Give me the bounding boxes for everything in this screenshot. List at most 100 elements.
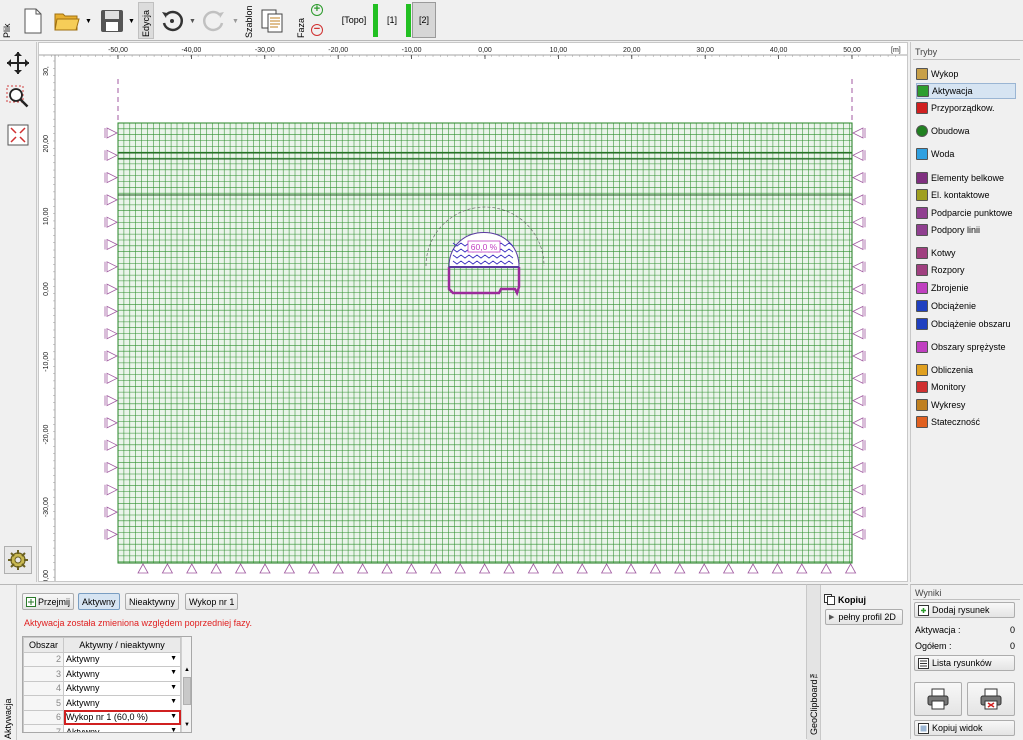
mode-item-aktywacja[interactable]: Aktywacja xyxy=(916,83,1016,99)
bottom-support-icon xyxy=(308,563,320,574)
file-menu-tab[interactable]: Plik xyxy=(2,4,12,38)
state-select[interactable]: Aktywny ▼ xyxy=(63,724,181,732)
undo-button[interactable] xyxy=(158,6,186,36)
phase-tab-2[interactable]: [2] xyxy=(412,2,436,38)
mode-item-podparcie-punktowe[interactable]: Podparcie punktowe xyxy=(916,205,1016,221)
state-select[interactable]: Aktywny ▼ xyxy=(63,666,181,682)
chevron-down-icon[interactable]: ▼ xyxy=(85,18,92,25)
take-over-button[interactable]: Przejmij xyxy=(22,593,75,610)
chevron-down-icon[interactable]: ▼ xyxy=(189,18,196,25)
template-menu-tab[interactable]: Szablon xyxy=(244,4,254,38)
open-file-button[interactable] xyxy=(52,6,82,36)
right-support-icon xyxy=(852,394,864,407)
new-file-icon xyxy=(24,8,42,34)
mode-item-obszary-sprężyste[interactable]: Obszary sprężyste xyxy=(916,339,1016,355)
table-row[interactable]: 3 Aktywny ▼ xyxy=(23,666,181,682)
mode-item-label: Aktywacja xyxy=(932,86,973,96)
mode-item-kotwy[interactable]: Kotwy xyxy=(916,245,1016,261)
scroll-down-arrow[interactable]: ▼ xyxy=(184,722,190,728)
dropdown-arrow-icon[interactable]: ▼ xyxy=(170,655,177,662)
mode-item-obciążenie-obszaru[interactable]: Obciążenie obszaru xyxy=(916,316,1016,332)
mode-item-monitory[interactable]: Monitory xyxy=(916,379,1016,395)
edit-menu-tab[interactable]: Edycja xyxy=(141,5,151,37)
mode-item-label: Stateczność xyxy=(931,417,981,427)
print-button[interactable] xyxy=(914,682,962,716)
mode-item-stateczność[interactable]: Stateczność xyxy=(916,414,1016,430)
dropdown-arrow-icon[interactable]: ▼ xyxy=(170,684,177,691)
analysis-icon xyxy=(916,364,928,376)
mode-item-przyporządkow-[interactable]: Przyporządkow. xyxy=(916,100,1016,116)
active-button[interactable]: Aktywny xyxy=(78,593,120,610)
inactive-button[interactable]: Nieaktywny xyxy=(125,593,180,610)
left-support-icon xyxy=(106,149,118,161)
column-header-region[interactable]: Obszar xyxy=(23,637,64,653)
dropdown-arrow-icon[interactable]: ▼ xyxy=(170,713,177,720)
mode-item-wykresy[interactable]: Wykresy xyxy=(916,397,1016,413)
state-select[interactable]: Wykop nr 1 (60,0 %) ▼ xyxy=(63,709,181,725)
undo-icon xyxy=(162,10,184,32)
phase-tab-label: [2] xyxy=(418,15,429,25)
add-drawing-label: Dodaj rysunek xyxy=(932,605,990,615)
drawing-canvas[interactable]: -50,00 -40,00 -30,00 -20,00 -10,00 0,00 10,00 2… xyxy=(38,42,908,582)
new-file-button[interactable] xyxy=(20,6,46,36)
full-profile-button[interactable]: ▶ pełny profil 2D xyxy=(825,609,903,625)
mode-item-obliczenia[interactable]: Obliczenia xyxy=(916,362,1016,378)
right-support-icon xyxy=(852,283,864,295)
save-button[interactable] xyxy=(98,6,126,36)
remove-phase-button[interactable]: − xyxy=(311,24,323,36)
column-header-state[interactable]: Aktywny / nieaktywny xyxy=(63,637,181,653)
phase-indicator xyxy=(406,4,411,37)
phase-tab-1[interactable]: [1] xyxy=(380,4,404,36)
state-select[interactable]: Aktywny ▼ xyxy=(63,651,181,667)
dropdown-arrow-icon[interactable]: ▼ xyxy=(170,669,177,676)
copy-view-button[interactable]: Kopiuj widok xyxy=(914,720,1015,736)
phase-tab-topo[interactable]: [Topo] xyxy=(336,4,372,36)
bottom-support-icon xyxy=(674,563,686,574)
table-row[interactable]: 5 Aktywny ▼ xyxy=(23,695,181,711)
zoom-extents-button[interactable] xyxy=(5,122,31,148)
chevron-down-icon[interactable]: ▼ xyxy=(128,18,135,25)
dropdown-arrow-icon[interactable]: ▼ xyxy=(170,698,177,705)
mode-item-elementy-belkowe[interactable]: Elementy belkowe xyxy=(916,170,1016,186)
full-profile-label: pełny profil 2D xyxy=(838,612,896,622)
mode-item-label: Obudowa xyxy=(931,126,970,136)
bottom-support-icon xyxy=(576,563,588,574)
mode-item-rozpory[interactable]: Rozpory xyxy=(916,262,1016,278)
add-drawing-button[interactable]: Dodaj rysunek xyxy=(914,602,1015,618)
region-id-cell: 4 xyxy=(23,680,64,696)
table-row[interactable]: 6 Wykop nr 1 (60,0 %) ▼ xyxy=(23,709,181,725)
dropdown-arrow-icon[interactable]: ▼ xyxy=(170,727,177,732)
mode-item-wykop[interactable]: Wykop xyxy=(916,66,1016,82)
state-select[interactable]: Aktywny ▼ xyxy=(63,680,181,696)
mode-item-zbrojenie[interactable]: Zbrojenie xyxy=(916,280,1016,296)
zoom-button[interactable] xyxy=(5,84,31,110)
bottom-support-icon xyxy=(234,563,247,574)
add-phase-button[interactable]: + xyxy=(311,4,323,16)
bottom-support-icon xyxy=(283,563,296,574)
ruler-y-tick-label: -40,00 xyxy=(43,570,50,582)
left-support-icon xyxy=(106,283,118,295)
table-row[interactable]: 4 Aktywny ▼ xyxy=(23,680,181,696)
print-pdf-button[interactable] xyxy=(967,682,1015,716)
table-row[interactable]: 7 Aktywny ▼ xyxy=(23,724,181,732)
template-button[interactable] xyxy=(258,6,288,36)
phase-menu-tab[interactable]: Faza xyxy=(296,4,306,38)
excavation-1-button[interactable]: Wykop nr 1 xyxy=(185,593,239,610)
mode-item-woda[interactable]: Woda xyxy=(916,146,1016,162)
scroll-up-arrow[interactable]: ▲ xyxy=(184,667,190,673)
mode-item-el-kontaktowe[interactable]: El. kontaktowe xyxy=(916,187,1016,203)
mode-item-podpory-linii[interactable]: Podpory linii xyxy=(916,222,1016,238)
mode-item-obudowa[interactable]: Obudowa xyxy=(916,123,1016,139)
ruler-y-tick-label: 30, xyxy=(43,66,50,76)
list-drawings-button[interactable]: Lista rysunków xyxy=(914,655,1015,671)
right-support-icon xyxy=(852,149,864,161)
table-row[interactable]: 2 Aktywny ▼ xyxy=(23,651,181,667)
pan-button[interactable] xyxy=(5,50,31,76)
scrollbar-thumb[interactable] xyxy=(183,677,191,705)
state-select[interactable]: Aktywny ▼ xyxy=(63,695,181,711)
table-scrollbar[interactable]: ▲ ▼ xyxy=(181,637,191,732)
mode-item-obciążenie[interactable]: Obciążenie xyxy=(916,298,1016,314)
right-support-icon xyxy=(852,171,864,184)
geoclipboard-label[interactable]: GeoClipboard™ xyxy=(809,655,819,735)
settings-button[interactable] xyxy=(4,546,32,574)
